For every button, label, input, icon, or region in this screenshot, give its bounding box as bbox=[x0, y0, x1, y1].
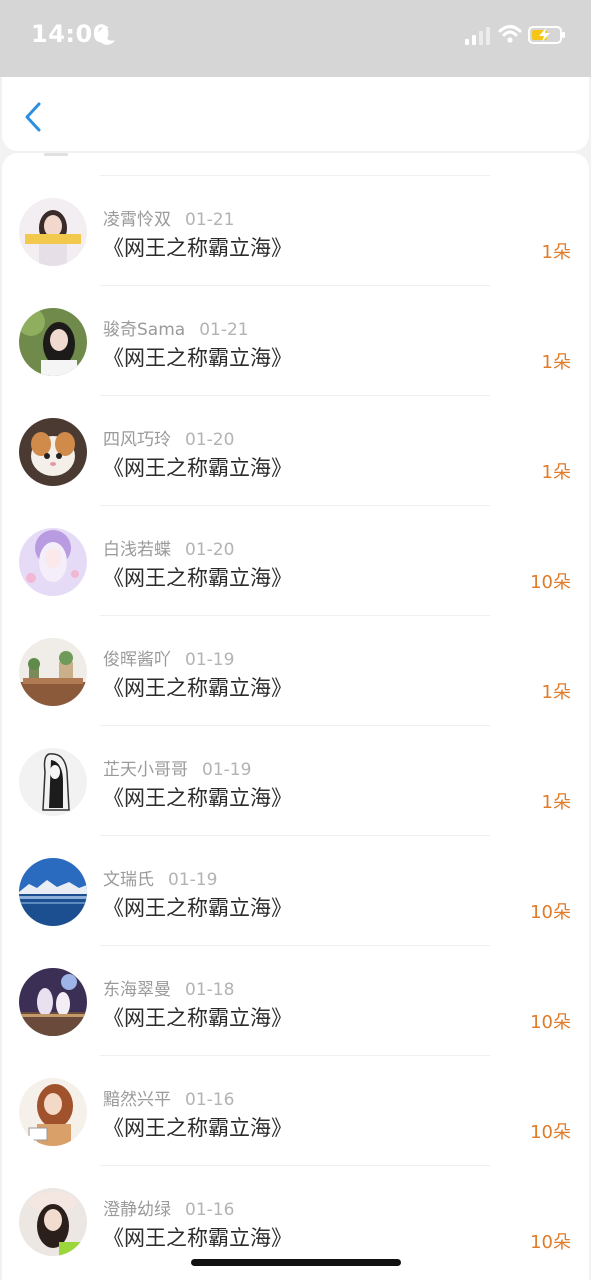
avatar[interactable] bbox=[19, 418, 87, 486]
user-name[interactable]: 黯然兴平 bbox=[103, 1090, 171, 1110]
book-title[interactable]: 《网王之称霸立海》 bbox=[103, 342, 292, 372]
user-name[interactable]: 凌霄怜双 bbox=[103, 210, 171, 230]
gift-count: 10朵 bbox=[530, 1012, 571, 1033]
avatar[interactable] bbox=[19, 198, 87, 266]
date: 01-21 bbox=[199, 320, 249, 340]
avatar[interactable] bbox=[19, 528, 87, 596]
gift-count: 1朵 bbox=[541, 792, 571, 813]
avatar[interactable] bbox=[19, 748, 87, 816]
user-name[interactable]: 文瑞氏 bbox=[103, 870, 154, 890]
book-title[interactable]: 《网王之称霸立海》 bbox=[103, 1112, 292, 1142]
gift-count: 1朵 bbox=[541, 682, 571, 703]
user-name[interactable]: 芷天小哥哥 bbox=[103, 760, 188, 780]
list-item[interactable]: 凌霄怜双 01-21 《网王之称霸立海》 1朵 bbox=[2, 176, 589, 286]
list-item[interactable]: 骏奇Sama 01-21 《网王之称霸立海》 1朵 bbox=[2, 286, 589, 396]
user-name[interactable]: 白浅若蝶 bbox=[103, 540, 171, 560]
book-title[interactable]: 《网王之称霸立海》 bbox=[103, 452, 292, 482]
user-line: 东海翠曼 01-18 bbox=[103, 975, 234, 1000]
wifi-icon bbox=[498, 25, 522, 43]
battery-charging-icon bbox=[528, 26, 565, 44]
date: 01-21 bbox=[185, 210, 235, 230]
date: 01-19 bbox=[185, 650, 235, 670]
avatar[interactable] bbox=[19, 638, 87, 706]
user-line: 文瑞氏 01-19 bbox=[103, 865, 217, 890]
user-name[interactable]: 骏奇Sama bbox=[103, 320, 185, 340]
chevron-left-icon bbox=[25, 102, 41, 132]
screen: 14:00 凌霄怜双 01-21 《网王之称霸立海》 1朵 骏奇Sama 01-… bbox=[0, 0, 591, 1280]
status-bar: 14:00 bbox=[0, 0, 591, 77]
back-button[interactable] bbox=[18, 101, 48, 133]
list-item[interactable]: 白浅若蝶 01-20 《网王之称霸立海》 10朵 bbox=[2, 506, 589, 616]
date: 01-19 bbox=[168, 870, 218, 890]
list-item[interactable]: 俊晖酱吖 01-19 《网王之称霸立海》 1朵 bbox=[2, 616, 589, 726]
avatar[interactable] bbox=[19, 858, 87, 926]
gift-count: 10朵 bbox=[530, 1232, 571, 1253]
avatar[interactable] bbox=[19, 308, 87, 376]
date: 01-20 bbox=[185, 430, 235, 450]
user-name[interactable]: 俊晖酱吖 bbox=[103, 650, 171, 670]
user-name[interactable]: 东海翠曼 bbox=[103, 980, 171, 1000]
book-title[interactable]: 《网王之称霸立海》 bbox=[103, 1222, 292, 1252]
date: 01-18 bbox=[185, 980, 235, 1000]
list-item[interactable]: 黯然兴平 01-16 《网王之称霸立海》 10朵 bbox=[2, 1056, 589, 1166]
book-title[interactable]: 《网王之称霸立海》 bbox=[103, 232, 292, 262]
list-item[interactable]: 文瑞氏 01-19 《网王之称霸立海》 10朵 bbox=[2, 836, 589, 946]
list-item[interactable]: 四风巧玲 01-20 《网王之称霸立海》 1朵 bbox=[2, 396, 589, 506]
gift-count: 10朵 bbox=[530, 902, 571, 923]
home-indicator[interactable] bbox=[191, 1259, 401, 1266]
user-line: 黯然兴平 01-16 bbox=[103, 1085, 234, 1110]
date: 01-19 bbox=[202, 760, 252, 780]
user-line: 四风巧玲 01-20 bbox=[103, 425, 234, 450]
book-title[interactable]: 《网王之称霸立海》 bbox=[103, 892, 292, 922]
gift-count: 10朵 bbox=[530, 1122, 571, 1143]
book-title[interactable]: 《网王之称霸立海》 bbox=[103, 672, 292, 702]
user-line: 俊晖酱吖 01-19 bbox=[103, 645, 234, 670]
date: 01-20 bbox=[185, 540, 235, 560]
gift-count: 10朵 bbox=[530, 572, 571, 593]
user-line: 凌霄怜双 01-21 bbox=[103, 205, 234, 230]
moon-icon bbox=[98, 26, 115, 45]
gift-count: 1朵 bbox=[541, 462, 571, 483]
user-name[interactable]: 澄静幼绿 bbox=[103, 1200, 171, 1220]
date: 01-16 bbox=[185, 1090, 235, 1110]
gift-record-list: 凌霄怜双 01-21 《网王之称霸立海》 1朵 骏奇Sama 01-21 《网王之称… bbox=[2, 153, 589, 1280]
gift-count: 1朵 bbox=[541, 242, 571, 263]
scroll-stub bbox=[44, 153, 68, 156]
user-line: 白浅若蝶 01-20 bbox=[103, 535, 234, 560]
nav-header bbox=[2, 77, 589, 151]
user-name[interactable]: 四风巧玲 bbox=[103, 430, 171, 450]
book-title[interactable]: 《网王之称霸立海》 bbox=[103, 562, 292, 592]
avatar[interactable] bbox=[19, 1188, 87, 1256]
gift-count: 1朵 bbox=[541, 352, 571, 373]
book-title[interactable]: 《网王之称霸立海》 bbox=[103, 782, 292, 812]
book-title[interactable]: 《网王之称霸立海》 bbox=[103, 1002, 292, 1032]
date: 01-16 bbox=[185, 1200, 235, 1220]
list-item[interactable]: 东海翠曼 01-18 《网王之称霸立海》 10朵 bbox=[2, 946, 589, 1056]
user-line: 澄静幼绿 01-16 bbox=[103, 1195, 234, 1220]
avatar[interactable] bbox=[19, 968, 87, 1036]
user-line: 芷天小哥哥 01-19 bbox=[103, 755, 251, 780]
signal-icon bbox=[465, 27, 490, 45]
user-line: 骏奇Sama 01-21 bbox=[103, 315, 249, 340]
list-item[interactable]: 芷天小哥哥 01-19 《网王之称霸立海》 1朵 bbox=[2, 726, 589, 836]
avatar[interactable] bbox=[19, 1078, 87, 1146]
